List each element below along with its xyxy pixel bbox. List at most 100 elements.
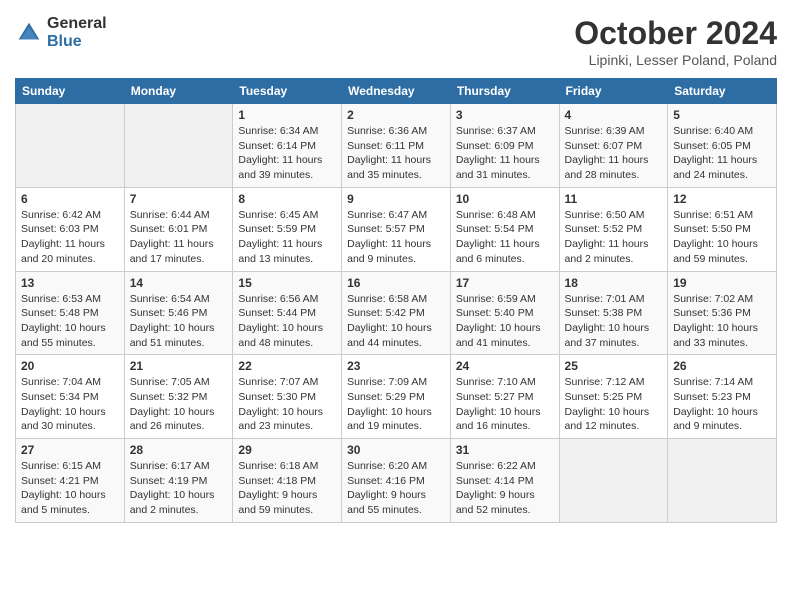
calendar-cell: [559, 439, 668, 523]
day-number: 28: [130, 443, 228, 457]
day-info: Sunrise: 6:58 AM Sunset: 5:42 PM Dayligh…: [347, 292, 445, 351]
title-block: October 2024 Lipinki, Lesser Poland, Pol…: [574, 15, 777, 68]
calendar-cell: 6 Sunrise: 6:42 AM Sunset: 6:03 PM Daylig…: [16, 187, 125, 271]
day-info: Sunrise: 7:10 AM Sunset: 5:27 PM Dayligh…: [456, 375, 554, 434]
calendar-cell: 1 Sunrise: 6:34 AM Sunset: 6:14 PM Daylig…: [233, 104, 342, 188]
calendar-week-row: 1 Sunrise: 6:34 AM Sunset: 6:14 PM Daylig…: [16, 104, 777, 188]
calendar-cell: 9 Sunrise: 6:47 AM Sunset: 5:57 PM Daylig…: [342, 187, 451, 271]
day-info: Sunrise: 7:05 AM Sunset: 5:32 PM Dayligh…: [130, 375, 228, 434]
day-number: 4: [565, 108, 663, 122]
logo: General Blue: [15, 15, 107, 50]
calendar-cell: [124, 104, 233, 188]
calendar-cell: 7 Sunrise: 6:44 AM Sunset: 6:01 PM Daylig…: [124, 187, 233, 271]
day-info: Sunrise: 6:34 AM Sunset: 6:14 PM Dayligh…: [238, 124, 336, 183]
day-number: 9: [347, 192, 445, 206]
day-info: Sunrise: 7:04 AM Sunset: 5:34 PM Dayligh…: [21, 375, 119, 434]
day-info: Sunrise: 6:40 AM Sunset: 6:05 PM Dayligh…: [673, 124, 771, 183]
calendar-week-row: 20Sunrise: 7:04 AM Sunset: 5:34 PM Dayli…: [16, 355, 777, 439]
day-number: 8: [238, 192, 336, 206]
calendar-header-row: SundayMondayTuesdayWednesdayThursdayFrid…: [16, 79, 777, 104]
day-of-week-thursday: Thursday: [450, 79, 559, 104]
day-number: 3: [456, 108, 554, 122]
calendar-cell: 30Sunrise: 6:20 AM Sunset: 4:16 PM Dayli…: [342, 439, 451, 523]
day-number: 14: [130, 276, 228, 290]
calendar-cell: 28 Sunrise: 6:17 AM Sunset: 4:19 PM Dayli…: [124, 439, 233, 523]
calendar-cell: 21 Sunrise: 7:05 AM Sunset: 5:32 PM Dayli…: [124, 355, 233, 439]
logo-general-text: General: [47, 15, 107, 33]
day-info: Sunrise: 6:36 AM Sunset: 6:11 PM Dayligh…: [347, 124, 445, 183]
day-info: Sunrise: 6:20 AM Sunset: 4:16 PM Dayligh…: [347, 459, 445, 518]
day-info: Sunrise: 6:17 AM Sunset: 4:19 PM Dayligh…: [130, 459, 228, 518]
day-info: Sunrise: 6:39 AM Sunset: 6:07 PM Dayligh…: [565, 124, 663, 183]
calendar-cell: [16, 104, 125, 188]
day-of-week-saturday: Saturday: [668, 79, 777, 104]
calendar-cell: 24Sunrise: 7:10 AM Sunset: 5:27 PM Dayli…: [450, 355, 559, 439]
day-number: 18: [565, 276, 663, 290]
calendar-cell: 2 Sunrise: 6:36 AM Sunset: 6:11 PM Daylig…: [342, 104, 451, 188]
day-info: Sunrise: 7:01 AM Sunset: 5:38 PM Dayligh…: [565, 292, 663, 351]
day-of-week-tuesday: Tuesday: [233, 79, 342, 104]
day-info: Sunrise: 6:50 AM Sunset: 5:52 PM Dayligh…: [565, 208, 663, 267]
calendar-cell: 10Sunrise: 6:48 AM Sunset: 5:54 PM Dayli…: [450, 187, 559, 271]
calendar-cell: 17 Sunrise: 6:59 AM Sunset: 5:40 PM Dayli…: [450, 271, 559, 355]
day-number: 12: [673, 192, 771, 206]
day-of-week-sunday: Sunday: [16, 79, 125, 104]
day-number: 26: [673, 359, 771, 373]
calendar-cell: 29 Sunrise: 6:18 AM Sunset: 4:18 PM Dayli…: [233, 439, 342, 523]
day-info: Sunrise: 7:02 AM Sunset: 5:36 PM Dayligh…: [673, 292, 771, 351]
calendar-cell: 5Sunrise: 6:40 AM Sunset: 6:05 PM Daylig…: [668, 104, 777, 188]
calendar-cell: 16 Sunrise: 6:58 AM Sunset: 5:42 PM Dayli…: [342, 271, 451, 355]
calendar-cell: 3 Sunrise: 6:37 AM Sunset: 6:09 PM Daylig…: [450, 104, 559, 188]
logo-icon: [15, 19, 43, 47]
day-info: Sunrise: 7:12 AM Sunset: 5:25 PM Dayligh…: [565, 375, 663, 434]
calendar-cell: 12Sunrise: 6:51 AM Sunset: 5:50 PM Dayli…: [668, 187, 777, 271]
day-of-week-friday: Friday: [559, 79, 668, 104]
calendar-week-row: 13Sunrise: 6:53 AM Sunset: 5:48 PM Dayli…: [16, 271, 777, 355]
day-info: Sunrise: 6:48 AM Sunset: 5:54 PM Dayligh…: [456, 208, 554, 267]
day-info: Sunrise: 6:42 AM Sunset: 6:03 PM Dayligh…: [21, 208, 119, 267]
day-info: Sunrise: 7:09 AM Sunset: 5:29 PM Dayligh…: [347, 375, 445, 434]
day-info: Sunrise: 6:54 AM Sunset: 5:46 PM Dayligh…: [130, 292, 228, 351]
day-number: 17: [456, 276, 554, 290]
day-of-week-wednesday: Wednesday: [342, 79, 451, 104]
day-info: Sunrise: 6:18 AM Sunset: 4:18 PM Dayligh…: [238, 459, 336, 518]
day-number: 2: [347, 108, 445, 122]
day-number: 22: [238, 359, 336, 373]
day-info: Sunrise: 6:37 AM Sunset: 6:09 PM Dayligh…: [456, 124, 554, 183]
calendar-cell: 22 Sunrise: 7:07 AM Sunset: 5:30 PM Dayli…: [233, 355, 342, 439]
day-info: Sunrise: 6:44 AM Sunset: 6:01 PM Dayligh…: [130, 208, 228, 267]
day-info: Sunrise: 6:53 AM Sunset: 5:48 PM Dayligh…: [21, 292, 119, 351]
day-info: Sunrise: 7:07 AM Sunset: 5:30 PM Dayligh…: [238, 375, 336, 434]
day-info: Sunrise: 6:47 AM Sunset: 5:57 PM Dayligh…: [347, 208, 445, 267]
day-number: 15: [238, 276, 336, 290]
day-info: Sunrise: 6:59 AM Sunset: 5:40 PM Dayligh…: [456, 292, 554, 351]
calendar-cell: 19 Sunrise: 7:02 AM Sunset: 5:36 PM Dayli…: [668, 271, 777, 355]
day-info: Sunrise: 6:22 AM Sunset: 4:14 PM Dayligh…: [456, 459, 554, 518]
day-number: 7: [130, 192, 228, 206]
day-number: 1: [238, 108, 336, 122]
day-number: 11: [565, 192, 663, 206]
day-number: 23: [347, 359, 445, 373]
page-header: General Blue October 2024 Lipinki, Lesse…: [15, 15, 777, 68]
logo-blue-text: Blue: [47, 33, 107, 51]
calendar-cell: 23 Sunrise: 7:09 AM Sunset: 5:29 PM Dayli…: [342, 355, 451, 439]
day-number: 29: [238, 443, 336, 457]
day-number: 21: [130, 359, 228, 373]
day-info: Sunrise: 7:14 AM Sunset: 5:23 PM Dayligh…: [673, 375, 771, 434]
day-of-week-monday: Monday: [124, 79, 233, 104]
calendar-title: October 2024: [574, 15, 777, 52]
logo-text: General Blue: [47, 15, 107, 50]
calendar-cell: 20Sunrise: 7:04 AM Sunset: 5:34 PM Dayli…: [16, 355, 125, 439]
day-number: 19: [673, 276, 771, 290]
calendar-location: Lipinki, Lesser Poland, Poland: [574, 52, 777, 68]
calendar-table: SundayMondayTuesdayWednesdayThursdayFrid…: [15, 78, 777, 523]
calendar-cell: 31Sunrise: 6:22 AM Sunset: 4:14 PM Dayli…: [450, 439, 559, 523]
calendar-cell: 18 Sunrise: 7:01 AM Sunset: 5:38 PM Dayli…: [559, 271, 668, 355]
day-number: 16: [347, 276, 445, 290]
calendar-cell: 8 Sunrise: 6:45 AM Sunset: 5:59 PM Daylig…: [233, 187, 342, 271]
day-info: Sunrise: 6:45 AM Sunset: 5:59 PM Dayligh…: [238, 208, 336, 267]
day-number: 6: [21, 192, 119, 206]
calendar-cell: 26 Sunrise: 7:14 AM Sunset: 5:23 PM Dayli…: [668, 355, 777, 439]
day-number: 27: [21, 443, 119, 457]
calendar-cell: 13Sunrise: 6:53 AM Sunset: 5:48 PM Dayli…: [16, 271, 125, 355]
